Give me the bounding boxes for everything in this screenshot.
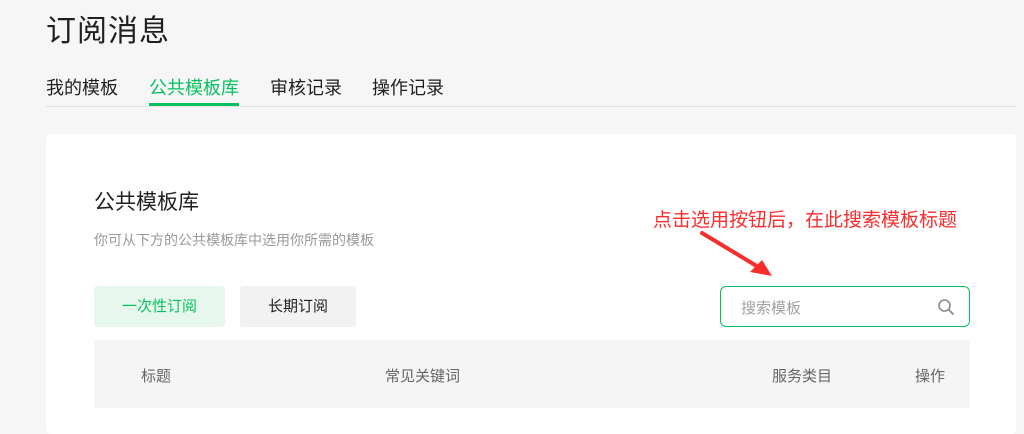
tab-public-library[interactable]: 公共模板库 — [149, 74, 239, 106]
search-input[interactable] — [739, 287, 933, 328]
section-description: 你可从下方的公共模板库中选用你所需的模板 — [94, 233, 374, 249]
page-title: 订阅消息 — [46, 14, 170, 49]
column-header-category: 服务类目 — [772, 367, 833, 385]
annotation-text: 点击选用按钮后，在此搜索模板标题 — [653, 209, 958, 231]
table-header: 标题 常见关键词 服务类目 操作 — [94, 340, 970, 408]
tab-bar: 我的模板 公共模板库 审核记录 操作记录 — [46, 70, 1016, 107]
column-header-title: 标题 — [141, 367, 172, 385]
search-box[interactable] — [720, 286, 970, 328]
tab-operation-records[interactable]: 操作记录 — [372, 74, 444, 106]
column-header-action: 操作 — [915, 367, 946, 385]
tab-my-templates[interactable]: 我的模板 — [46, 74, 118, 106]
section-title: 公共模板库 — [94, 190, 199, 214]
column-header-keywords: 常见关键词 — [385, 367, 461, 385]
red-arrow-icon — [700, 231, 772, 276]
search-icon[interactable] — [937, 298, 955, 316]
library-card: 公共模板库 你可从下方的公共模板库中选用你所需的模板 一次性订阅 长期订阅 标题… — [46, 134, 1016, 434]
long-term-subscription-button[interactable]: 长期订阅 — [240, 286, 356, 327]
tab-review-records[interactable]: 审核记录 — [270, 74, 342, 106]
one-time-subscription-button[interactable]: 一次性订阅 — [94, 286, 225, 327]
